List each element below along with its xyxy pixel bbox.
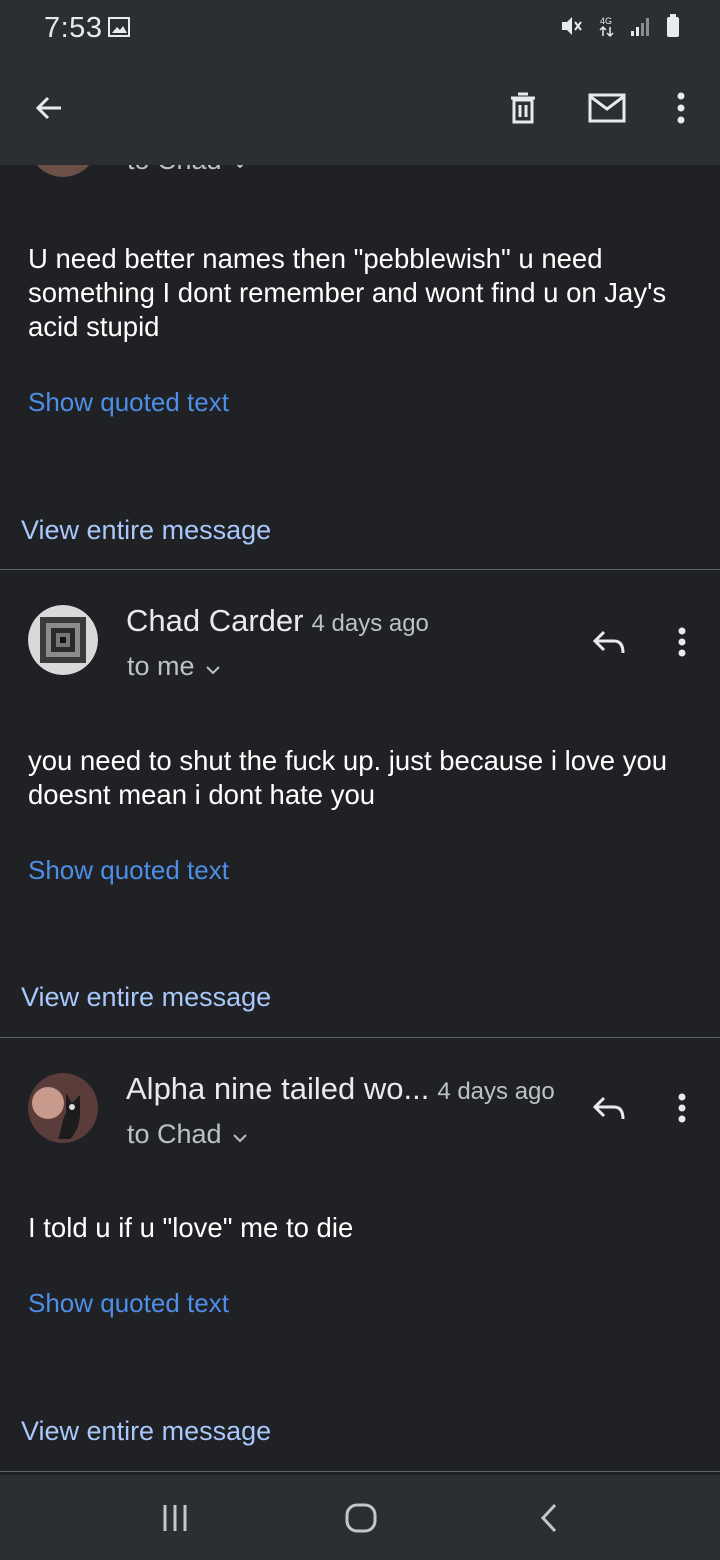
chevron-down-icon [232,165,248,176]
sender-name: Chad Carder [126,603,304,638]
view-entire-message-link[interactable]: View entire message [21,982,271,1013]
mute-icon [560,15,584,42]
recipient-text: to Chad [127,165,222,176]
chevron-down-icon [205,651,221,682]
recents-icon[interactable] [150,1493,200,1543]
status-bar: 7:53 4G [0,0,720,55]
home-icon[interactable] [336,1493,386,1543]
more-vert-icon[interactable] [656,83,706,133]
recipient-line[interactable]: to Chad [127,165,248,176]
message-thread[interactable]: to Chad U need better names then "pebble… [0,165,720,1475]
divider [0,569,720,570]
trash-icon[interactable] [498,83,548,133]
gallery-notification-icon [108,17,130,42]
avatar-alpha[interactable] [28,1073,98,1143]
message-body: I told u if u "love" me to die [28,1212,354,1243]
status-icons: 4G [560,14,680,43]
chevron-down-icon [232,1119,248,1150]
signal-icon [630,15,652,42]
divider [0,1037,720,1038]
reply-icon[interactable] [584,617,634,667]
data-4g-icon: 4G [598,14,616,43]
reply-icon[interactable] [584,1083,634,1133]
message-body: U need better names then "pebblewish" u … [28,243,667,342]
show-quoted-text-link[interactable]: Show quoted text [28,387,229,418]
show-quoted-text-link[interactable]: Show quoted text [28,855,229,886]
avatar [28,165,98,177]
sender-name: Alpha nine tailed wo... [126,1071,430,1106]
avatar-chad-carder[interactable] [28,605,98,675]
system-nav-bar [0,1475,720,1560]
mail-icon[interactable] [582,83,632,133]
message-time: 4 days ago [311,610,429,637]
recipient-text: to Chad [127,1119,222,1149]
sender-line: Alpha nine tailed wo... 4 days ago [126,1071,555,1107]
message-time: 4 days ago [437,1078,555,1105]
app-bar [0,55,720,165]
sender-line: Chad Carder 4 days ago [126,603,429,639]
recipient-line[interactable]: to Chad [127,1119,248,1150]
more-vert-icon[interactable] [657,1083,707,1133]
more-vert-icon[interactable] [657,617,707,667]
message-body: you need to shut the fuck up. just becau… [28,745,668,810]
divider [0,1471,720,1472]
recipient-line[interactable]: to me [127,651,221,682]
svg-text:4G: 4G [600,16,612,26]
arrow-back-icon[interactable] [24,83,74,133]
status-time: 7:53 [44,12,103,44]
recipient-text: to me [127,651,195,681]
nav-back-icon[interactable] [524,1493,574,1543]
view-entire-message-link[interactable]: View entire message [21,1416,271,1447]
show-quoted-text-link[interactable]: Show quoted text [28,1288,229,1319]
view-entire-message-link[interactable]: View entire message [21,515,271,546]
battery-icon [666,14,680,43]
